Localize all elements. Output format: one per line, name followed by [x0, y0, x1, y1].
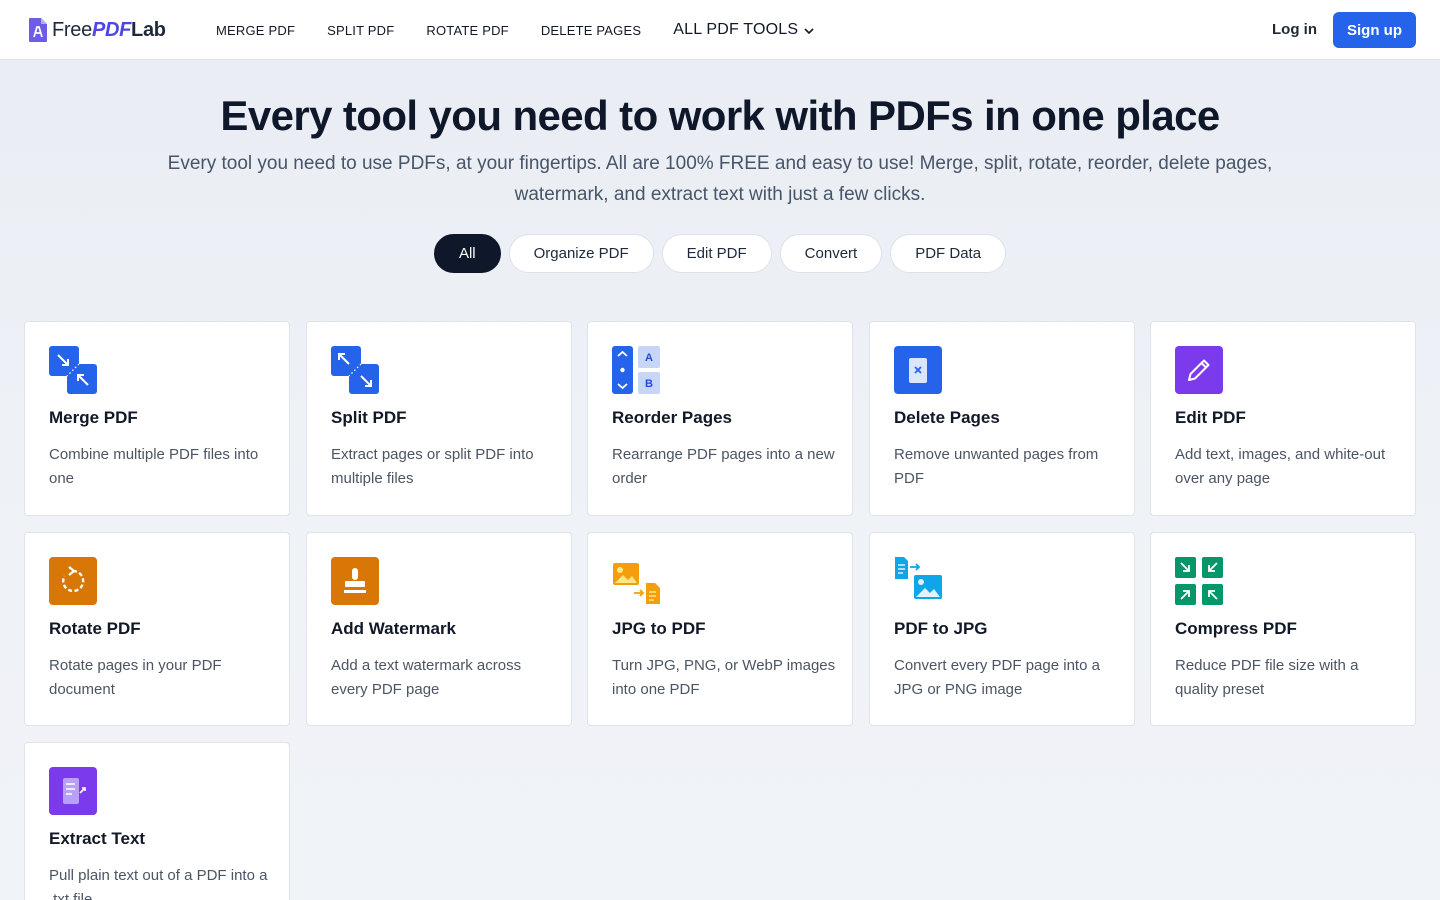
tool-title: Extract Text [49, 829, 146, 848]
tool-description: Rotate pages in your PDF document [49, 657, 222, 698]
logo-text: FreePDFLab [52, 18, 166, 41]
rotate-icon [49, 557, 97, 605]
logo-icon [29, 18, 47, 42]
tool-card-merge-pdf[interactable]: Merge PDF Combine multiple PDF files int… [24, 321, 290, 516]
tool-title: Edit PDF [1175, 408, 1246, 427]
tool-description: Pull plain text out of a PDF into a .txt… [49, 867, 268, 900]
tool-card-rotate-pdf[interactable]: Rotate PDF Rotate pages in your PDF docu… [24, 532, 290, 726]
tool-description: Extract pages or split PDF into multiple… [331, 446, 534, 487]
tool-title: PDF to JPG [894, 619, 988, 638]
nav-split-pdf[interactable]: SPLIT PDF [327, 23, 394, 38]
tool-description: Combine multiple PDF files into one [49, 446, 259, 487]
image-to-pdf-icon [613, 563, 660, 604]
main-nav: MERGE PDF SPLIT PDF ROTATE PDF DELETE PA… [216, 0, 846, 60]
tool-card-delete-pages[interactable]: Delete Pages Remove unwanted pages from … [869, 321, 1135, 516]
filter-edit-pdf[interactable]: Edit PDF [661, 234, 772, 273]
filter-pdf-data[interactable]: PDF Data [890, 234, 1007, 273]
svg-text:B: B [645, 378, 653, 390]
merge-icon [49, 346, 97, 394]
category-filters: All Organize PDF Edit PDF Convert PDF Da… [0, 234, 1440, 273]
tool-card-split-pdf[interactable]: Split PDF Extract pages or split PDF int… [306, 321, 572, 516]
extract-text-icon [49, 767, 97, 815]
nav-merge-pdf[interactable]: MERGE PDF [216, 23, 295, 38]
signup-button[interactable]: Sign up [1333, 12, 1416, 48]
nav-rotate-pdf[interactable]: ROTATE PDF [426, 23, 508, 38]
tool-card-compress-pdf[interactable]: Compress PDF Reduce PDF file size with a… [1150, 532, 1416, 726]
all-pdf-tools-label: ALL PDF TOOLS [673, 21, 799, 38]
login-link[interactable]: Log in [1272, 21, 1317, 38]
split-icon [331, 346, 379, 394]
tool-description: Convert every PDF page into a JPG or PNG… [894, 657, 1100, 698]
tool-card-edit-pdf[interactable]: Edit PDF Add text, images, and white-out… [1150, 321, 1416, 516]
filter-all[interactable]: All [433, 234, 501, 273]
nav-delete-pages[interactable]: DELETE PAGES [541, 23, 641, 38]
tool-title: Delete Pages [894, 408, 1000, 427]
tool-title: Split PDF [331, 408, 407, 427]
tool-description: Add a text watermark across every PDF pa… [331, 657, 522, 698]
page-title: Every tool you need to work with PDFs in… [220, 92, 1220, 139]
tool-card-add-watermark[interactable]: Add Watermark Add a text watermark acros… [306, 532, 572, 726]
tool-description: Reduce PDF file size with a quality pres… [1175, 657, 1359, 698]
logo[interactable]: FreePDFLab [28, 17, 166, 43]
tool-description: Add text, images, and white-out over any… [1175, 446, 1386, 487]
tool-title: Compress PDF [1175, 619, 1297, 638]
tool-description: Rearrange PDF pages into a new order [612, 446, 835, 487]
svg-text:A: A [645, 352, 653, 364]
stamp-icon [331, 557, 379, 605]
all-pdf-tools-dropdown[interactable]: ALL PDF TOOLS [673, 21, 814, 39]
tool-title: Merge PDF [49, 408, 138, 427]
pencil-icon [1175, 346, 1223, 394]
tool-title: Add Watermark [331, 619, 457, 638]
tool-title: Rotate PDF [49, 619, 141, 638]
reorder-icon: A B [612, 346, 660, 394]
tool-card-reorder-pages[interactable]: A B Reorder Pages Rearrange PDF pages in… [587, 321, 853, 516]
filter-organize-pdf[interactable]: Organize PDF [508, 234, 654, 273]
tool-title: Reorder Pages [612, 408, 732, 427]
top-navbar: FreePDFLab MERGE PDF SPLIT PDF ROTATE PD… [0, 0, 1440, 60]
tool-description: Remove unwanted pages from PDF [894, 446, 1099, 487]
delete-page-icon [894, 346, 942, 394]
compress-icon [1175, 557, 1223, 605]
filter-convert[interactable]: Convert [779, 234, 883, 273]
tool-description: Turn JPG, PNG, or WebP images into one P… [612, 657, 836, 698]
chevron-down-icon [804, 21, 814, 39]
tool-card-jpg-to-pdf[interactable]: JPG to PDF Turn JPG, PNG, or WebP images… [587, 532, 853, 726]
page-subtitle: Every tool you need to use PDFs, at your… [167, 153, 1273, 205]
tool-card-extract-text[interactable]: Extract Text Pull plain text out of a PD… [24, 742, 290, 900]
pdf-to-image-icon [895, 557, 942, 599]
tool-card-pdf-to-jpg[interactable]: PDF to JPG Convert every PDF page into a… [869, 532, 1135, 726]
tool-title: JPG to PDF [612, 619, 706, 638]
